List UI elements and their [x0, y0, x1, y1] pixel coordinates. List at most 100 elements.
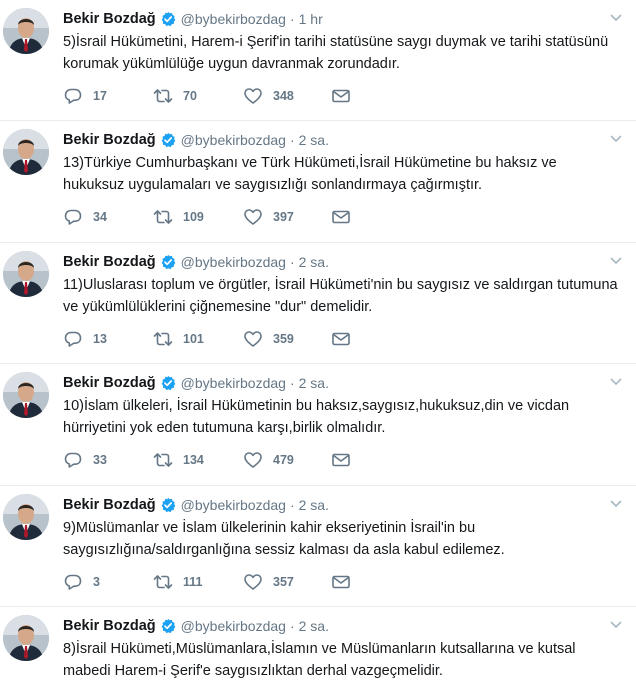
- retweet-icon: [153, 329, 173, 349]
- reply-count: 17: [93, 89, 107, 103]
- separator-dot: ·: [289, 617, 295, 634]
- author-handle[interactable]: @bybekirbozdag: [181, 10, 286, 28]
- like-button[interactable]: 397: [243, 207, 331, 227]
- avatar[interactable]: [3, 372, 49, 419]
- verified-badge-icon: [160, 132, 176, 148]
- like-button[interactable]: 359: [243, 329, 331, 349]
- author-name[interactable]: Bekir Bozdağ: [63, 253, 156, 271]
- tweet-timestamp[interactable]: 2 sa.: [299, 131, 329, 149]
- like-button[interactable]: 348: [243, 86, 331, 106]
- tweet-timestamp[interactable]: 1 hr: [299, 10, 323, 28]
- retweet-button[interactable]: 101: [153, 329, 243, 349]
- avatar[interactable]: [3, 493, 49, 540]
- retweet-count: 109: [183, 210, 204, 225]
- reply-icon: [63, 207, 83, 227]
- reply-icon: [63, 86, 83, 106]
- verified-badge-icon: [160, 375, 176, 391]
- like-count: 479: [273, 453, 294, 468]
- envelope-icon: [331, 329, 351, 349]
- author-name[interactable]: Bekir Bozdağ: [63, 496, 156, 514]
- verified-badge-icon: [160, 497, 176, 513]
- direct-message-button[interactable]: [331, 450, 351, 470]
- retweet-count: 134: [183, 453, 204, 468]
- envelope-icon: [331, 572, 351, 592]
- author-name[interactable]: Bekir Bozdağ: [63, 131, 156, 149]
- tweet-timestamp[interactable]: 2 sa.: [299, 617, 329, 635]
- direct-message-button[interactable]: [331, 207, 351, 227]
- like-count: 359: [273, 331, 294, 346]
- avatar[interactable]: [3, 614, 49, 661]
- reply-count: 34: [93, 210, 107, 225]
- direct-message-button[interactable]: [331, 572, 351, 592]
- retweet-icon: [153, 207, 173, 227]
- tweet-header: Bekir Bozdağ @bybekirbozdag · 2 sa.: [63, 374, 622, 392]
- tweet-header: Bekir Bozdağ @bybekirbozdag · 1 hr: [63, 10, 622, 28]
- tweet-menu-chevron[interactable]: [610, 619, 622, 631]
- reply-icon: [63, 329, 83, 349]
- avatar[interactable]: [3, 250, 49, 297]
- tweet-text: 8)İsrail Hükümeti,Müslümanlara,İslamın v…: [63, 640, 576, 679]
- heart-icon: [243, 450, 263, 470]
- tweet-actions: 17 70 348: [63, 86, 351, 106]
- retweet-button[interactable]: 111: [153, 572, 243, 592]
- author-name[interactable]: Bekir Bozdağ: [63, 10, 156, 28]
- tweet[interactable]: Bekir Bozdağ @bybekirbozdag · 2 sa. 9)Mü…: [0, 486, 636, 607]
- author-handle[interactable]: @bybekirbozdag: [181, 374, 286, 392]
- reply-button[interactable]: 3: [63, 572, 153, 592]
- tweet[interactable]: Bekir Bozdağ @bybekirbozdag · 2 sa. 10)İ…: [0, 364, 636, 486]
- avatar[interactable]: [3, 129, 49, 176]
- avatar[interactable]: [3, 8, 49, 54]
- tweet[interactable]: Bekir Bozdağ @bybekirbozdag · 1 hr 5)İsr…: [0, 0, 636, 122]
- direct-message-button[interactable]: [331, 329, 351, 349]
- heart-icon: [243, 86, 263, 106]
- tweet-menu-chevron[interactable]: [610, 133, 622, 145]
- tweet-timestamp[interactable]: 2 sa.: [299, 374, 329, 392]
- tweet-timestamp[interactable]: 2 sa.: [299, 253, 329, 271]
- separator-dot: ·: [289, 253, 295, 270]
- separator-dot: ·: [289, 375, 295, 392]
- retweet-button[interactable]: 134: [153, 450, 243, 470]
- author-handle[interactable]: @bybekirbozdag: [181, 131, 286, 149]
- retweet-button[interactable]: 70: [153, 86, 243, 106]
- author-handle[interactable]: @bybekirbozdag: [181, 253, 286, 271]
- tweet[interactable]: Bekir Bozdağ @bybekirbozdag · 2 sa. 11)U…: [0, 243, 636, 365]
- envelope-icon: [331, 207, 351, 227]
- tweet-text: 9)Müslümanlar ve İslam ülkelerinin kahir…: [63, 519, 505, 558]
- tweet-feed: Bekir Bozdağ @bybekirbozdag · 1 hr 5)İsr…: [0, 0, 636, 694]
- tweet-actions: 13 101 359: [63, 329, 351, 349]
- reply-button[interactable]: 17: [63, 86, 153, 106]
- like-button[interactable]: 357: [243, 572, 331, 592]
- verified-badge-icon: [160, 618, 176, 634]
- reply-button[interactable]: 33: [63, 450, 153, 470]
- tweet-timestamp[interactable]: 2 sa.: [299, 496, 329, 514]
- reply-button[interactable]: 13: [63, 329, 153, 349]
- retweet-count: 101: [183, 331, 204, 346]
- tweet-actions: 33 134 479: [63, 450, 351, 470]
- direct-message-button[interactable]: [331, 86, 351, 106]
- tweet-text: 13)Türkiye Cumhurbaşkanı ve Türk Hükümet…: [63, 155, 557, 194]
- heart-icon: [243, 329, 263, 349]
- like-count: 397: [273, 210, 294, 225]
- author-name[interactable]: Bekir Bozdağ: [63, 617, 156, 635]
- tweet-header: Bekir Bozdağ @bybekirbozdag · 2 sa.: [63, 617, 622, 635]
- retweet-button[interactable]: 109: [153, 207, 243, 227]
- tweet[interactable]: Bekir Bozdağ @bybekirbozdag · 2 sa. 8)İs…: [0, 607, 636, 694]
- reply-count: 33: [93, 453, 107, 468]
- author-name[interactable]: Bekir Bozdağ: [63, 374, 156, 392]
- retweet-count: 70: [183, 89, 197, 103]
- tweet-menu-chevron[interactable]: [610, 498, 622, 510]
- tweet-menu-chevron[interactable]: [610, 376, 622, 388]
- tweet-menu-chevron[interactable]: [610, 255, 622, 267]
- tweet-menu-chevron[interactable]: [610, 12, 622, 24]
- verified-badge-icon: [160, 254, 176, 270]
- author-handle[interactable]: @bybekirbozdag: [181, 496, 286, 514]
- author-handle[interactable]: @bybekirbozdag: [181, 617, 286, 635]
- reply-icon: [63, 450, 83, 470]
- reply-button[interactable]: 34: [63, 207, 153, 227]
- tweet-actions: 34 109 397: [63, 207, 351, 227]
- like-count: 357: [273, 574, 294, 589]
- like-button[interactable]: 479: [243, 450, 331, 470]
- retweet-count: 111: [183, 574, 203, 589]
- tweet-header: Bekir Bozdağ @bybekirbozdag · 2 sa.: [63, 131, 622, 149]
- tweet[interactable]: Bekir Bozdağ @bybekirbozdag · 2 sa. 13)T…: [0, 121, 636, 243]
